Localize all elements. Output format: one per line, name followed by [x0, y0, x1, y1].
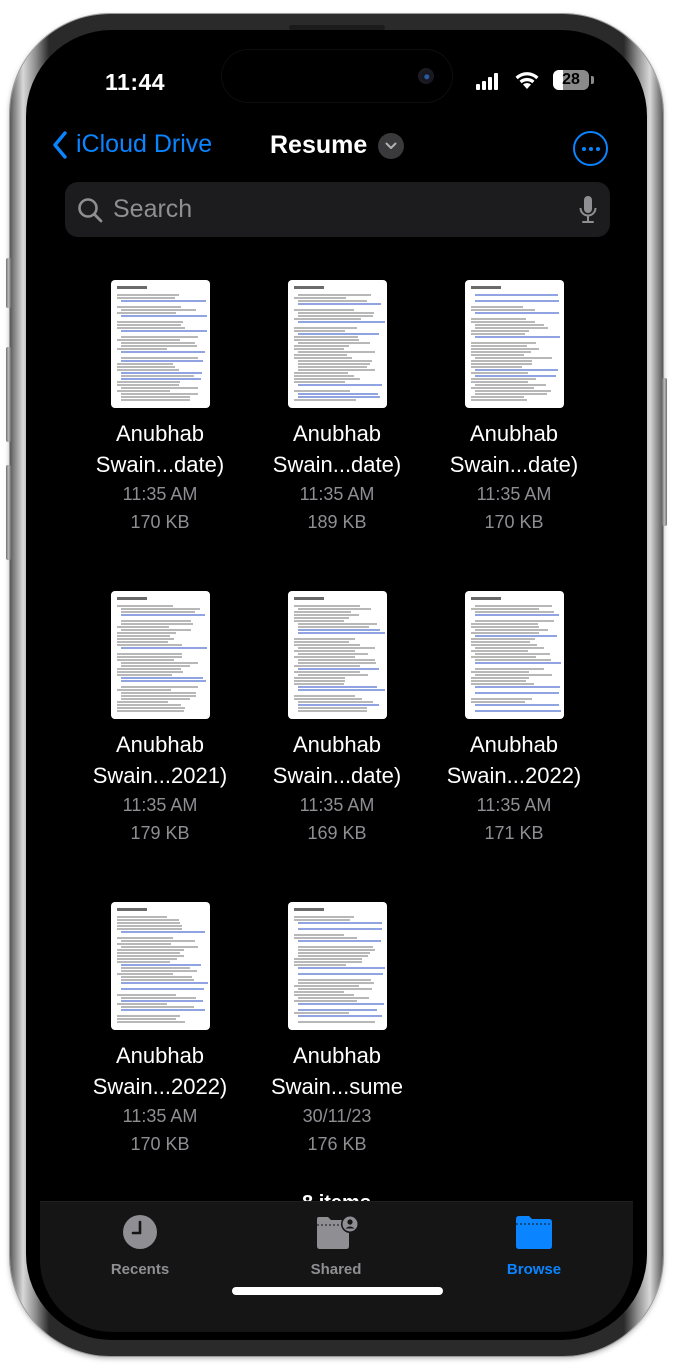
file-item[interactable]: Anubhab Swain...date) 11:35 AM 170 KB — [72, 280, 248, 536]
screen: 11:44 28 iCloud Drive Resume Search Anub… — [40, 42, 633, 1332]
file-name: Anubhab — [292, 732, 382, 757]
cellular-signal-icon — [476, 73, 498, 90]
file-date: 11:35 AM — [122, 1106, 198, 1126]
status-time: 11:44 — [105, 69, 166, 95]
file-size: 170 KB — [130, 1134, 190, 1154]
shared-folder-icon — [317, 1215, 359, 1249]
file-name: Anubhab — [115, 1043, 205, 1068]
file-name: Swain...date) — [449, 452, 579, 477]
file-name: Anubhab — [469, 421, 559, 446]
file-size: 189 KB — [307, 512, 367, 532]
search-bar[interactable] — [65, 182, 610, 237]
file-size: 176 KB — [307, 1134, 367, 1154]
back-button[interactable]: iCloud Drive — [52, 130, 212, 159]
action-button — [6, 258, 11, 308]
file-size: 170 KB — [484, 512, 544, 532]
file-name: Anubhab — [115, 732, 205, 757]
file-name: Swain...2021) — [92, 763, 228, 788]
file-date: 11:35 AM — [299, 484, 375, 504]
chevron-left-icon — [53, 130, 67, 159]
power-button — [662, 378, 667, 526]
file-name: Anubhab — [292, 1043, 382, 1068]
file-size: 171 KB — [484, 823, 544, 843]
file-item[interactable]: Anubhab Swain...date) 11:35 AM 169 KB — [249, 591, 425, 847]
tab-label: Shared — [310, 1261, 362, 1278]
tab-browse[interactable]: Browse — [474, 1214, 594, 1278]
file-name: Anubhab — [292, 421, 382, 446]
file-item[interactable]: Anubhab Swain...2021) 11:35 AM 179 KB — [72, 591, 248, 847]
page-title: Resume — [270, 131, 368, 159]
clock-icon — [123, 1215, 157, 1249]
file-size: 170 KB — [130, 512, 190, 532]
battery-percentage: 28 — [562, 71, 580, 88]
file-size: 179 KB — [130, 823, 190, 843]
earpiece-speaker — [289, 25, 385, 30]
folder-icon — [516, 1216, 552, 1249]
document-thumbnail — [110, 280, 210, 408]
tab-recents[interactable]: Recents — [80, 1214, 200, 1278]
more-options-button[interactable] — [573, 131, 608, 166]
microphone-icon[interactable] — [578, 195, 598, 225]
document-thumbnail — [464, 280, 564, 408]
front-camera — [418, 68, 434, 84]
file-date: 30/11/23 — [302, 1106, 372, 1126]
file-name: Anubhab — [115, 421, 205, 446]
home-indicator[interactable] — [232, 1287, 443, 1295]
file-date: 11:35 AM — [476, 795, 552, 815]
file-item[interactable]: Anubhab Swain...date) 11:35 AM 189 KB — [249, 280, 425, 536]
file-date: 11:35 AM — [122, 795, 198, 815]
file-name: Swain...sume — [270, 1074, 404, 1099]
document-thumbnail — [287, 591, 387, 719]
back-button-label: iCloud Drive — [76, 130, 213, 158]
file-date: 11:35 AM — [122, 484, 198, 504]
file-name: Swain...2022) — [446, 763, 582, 788]
file-item[interactable]: Anubhab Swain...2022) 11:35 AM 171 KB — [426, 591, 602, 847]
chevron-down-icon[interactable] — [378, 132, 405, 159]
file-item[interactable]: Anubhab Swain...2022) 11:35 AM 170 KB — [72, 902, 248, 1158]
battery-icon: 28 — [553, 70, 589, 90]
more-ellipsis-icon — [581, 146, 586, 151]
search-input[interactable] — [113, 195, 578, 224]
document-thumbnail — [110, 591, 210, 719]
battery-terminal — [591, 76, 594, 84]
file-item[interactable]: Anubhab Swain...sume 30/11/23 176 KB — [249, 902, 425, 1158]
file-name: Swain...date) — [272, 763, 402, 788]
wifi-icon — [515, 72, 539, 89]
file-name: Swain...date) — [272, 452, 402, 477]
file-date: 11:35 AM — [476, 484, 552, 504]
tab-label: Recents — [110, 1261, 170, 1278]
file-name: Swain...date) — [95, 452, 225, 477]
file-date: 11:35 AM — [299, 795, 375, 815]
volume-down-button — [6, 465, 11, 560]
tab-shared[interactable]: Shared — [276, 1214, 396, 1278]
tab-label: Browse — [506, 1261, 562, 1278]
dynamic-island — [222, 50, 452, 102]
document-thumbnail — [464, 591, 564, 719]
search-icon — [78, 197, 103, 222]
tab-bar: Recents Shared Browse — [40, 1201, 633, 1332]
document-thumbnail — [287, 902, 387, 1030]
document-thumbnail — [110, 902, 210, 1030]
document-thumbnail — [287, 280, 387, 408]
file-size: 169 KB — [307, 823, 367, 843]
file-item[interactable]: Anubhab Swain...date) 11:35 AM 170 KB — [426, 280, 602, 536]
folder-title-menu[interactable]: Resume — [270, 131, 405, 160]
file-name: Swain...2022) — [92, 1074, 228, 1099]
volume-up-button — [6, 347, 11, 442]
file-name: Anubhab — [469, 732, 559, 757]
